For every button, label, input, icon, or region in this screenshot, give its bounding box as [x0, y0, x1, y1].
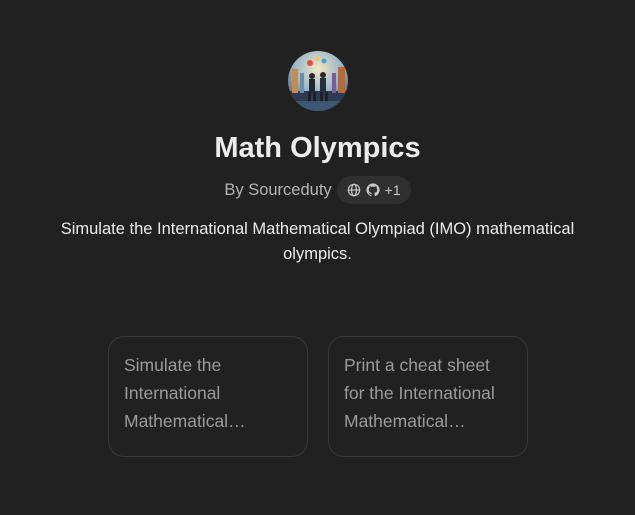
gpt-landing: Math Olympics By Sourceduty +1 Simulate … [0, 0, 635, 515]
conversation-starter[interactable]: Print a cheat sheet for the Internationa… [328, 336, 528, 457]
gpt-byline: By Sourceduty +1 [0, 176, 635, 204]
gpt-description: Simulate the International Mathematical … [60, 220, 575, 263]
links-pill[interactable]: +1 [336, 176, 411, 204]
globe-icon [347, 183, 361, 197]
conversation-starter[interactable]: Simulate the International Mathematical … [108, 336, 308, 457]
gpt-title: Math Olympics [214, 132, 421, 164]
extra-links-count: +1 [384, 182, 401, 198]
github-icon [366, 183, 380, 197]
conversation-starter-text: Simulate the International Mathematical … [124, 355, 229, 431]
gpt-author: By Sourceduty [224, 180, 332, 199]
gpt-avatar [288, 51, 348, 111]
conversation-starter-text: Print a cheat sheet for the Internationa… [344, 355, 495, 431]
